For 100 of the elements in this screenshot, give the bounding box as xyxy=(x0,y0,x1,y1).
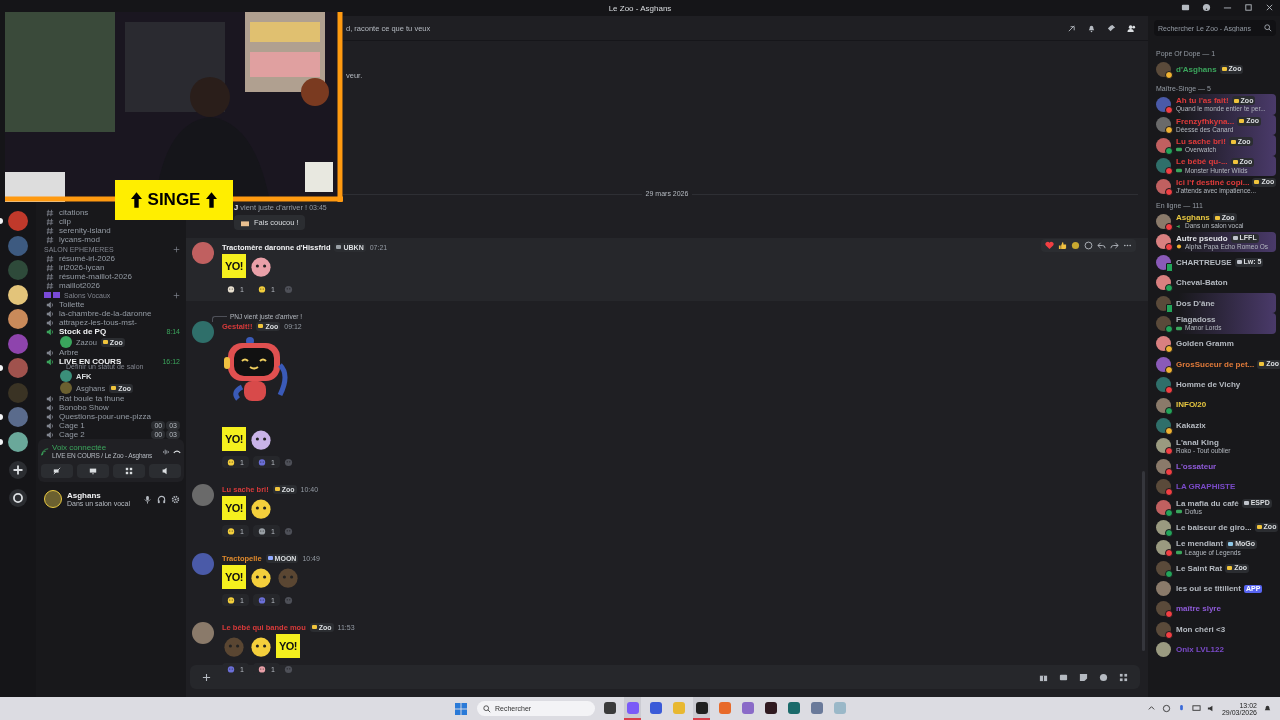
forward-icon[interactable] xyxy=(1110,241,1119,250)
member-item[interactable]: INFO/20 xyxy=(1154,394,1276,416)
screen-share-icon xyxy=(89,467,97,476)
gif-icon[interactable] xyxy=(1059,672,1068,682)
emoji-icon[interactable] xyxy=(1071,241,1080,250)
members-icon[interactable] xyxy=(1127,23,1136,33)
sticker-icon xyxy=(240,218,250,227)
maximize-button[interactable] xyxy=(1244,3,1253,12)
avatar[interactable] xyxy=(192,242,214,264)
yo-emoji: YO! xyxy=(276,634,300,658)
screen-share-button[interactable] xyxy=(77,464,109,479)
text-channel[interactable]: serenity-island xyxy=(36,226,117,235)
channel-name: Bonobo Show xyxy=(59,403,109,412)
activities-button[interactable] xyxy=(113,464,145,479)
text-channel[interactable]: irl2026-lycan xyxy=(36,263,111,272)
help-icon[interactable] xyxy=(1202,3,1211,12)
channel-name: irl2026-lycan xyxy=(59,263,105,272)
inbox-icon[interactable] xyxy=(1181,3,1190,12)
server-icon[interactable] xyxy=(8,309,28,329)
member-item[interactable]: Cheval-Baton xyxy=(1154,272,1276,293)
server-icon[interactable] xyxy=(8,431,28,452)
member-item[interactable]: Dos D'âne xyxy=(1154,292,1276,314)
server-icon[interactable] xyxy=(8,284,28,305)
network-icon[interactable] xyxy=(1191,704,1201,713)
bell-icon[interactable] xyxy=(1087,23,1096,33)
noise-icon[interactable] xyxy=(162,447,170,456)
voice-channel[interactable]: Bonobo Show xyxy=(36,403,186,412)
threads-icon[interactable] xyxy=(1067,23,1076,33)
member-name: La mafia du café xyxy=(1176,498,1239,508)
channel-name: Arbre xyxy=(59,348,79,357)
emoji-icon[interactable] xyxy=(1099,672,1108,682)
member-name: L'ossateur xyxy=(1176,461,1217,471)
discover-icon[interactable] xyxy=(9,488,27,507)
taskbar-app-icon[interactable] xyxy=(695,701,708,714)
channel-name: Cage 2 xyxy=(59,430,85,439)
channel-name: lycans-mod xyxy=(59,235,100,244)
member-name: Le mendiant xyxy=(1176,539,1224,549)
member-item[interactable]: Golden Gramm xyxy=(1154,333,1276,355)
avatar[interactable] xyxy=(192,622,214,644)
start-icon[interactable] xyxy=(455,702,467,715)
heart-icon[interactable] xyxy=(1045,241,1054,250)
soundboard-button[interactable] xyxy=(149,464,181,479)
voice-channel[interactable]: Toilette xyxy=(36,300,186,309)
user-name: Asghans xyxy=(67,491,101,501)
close-button[interactable] xyxy=(1265,3,1274,12)
avatar[interactable] xyxy=(192,484,214,506)
taskbar-app-icon[interactable] xyxy=(764,701,777,714)
voice-channel[interactable]: Questions-pour-une-pizza xyxy=(36,412,186,421)
member-name: Homme de Vichy xyxy=(1176,380,1241,390)
text-channel[interactable]: lycans-mod xyxy=(36,235,106,244)
grid-icon xyxy=(125,467,133,476)
plus-icon[interactable] xyxy=(202,672,211,682)
soundboard-icon xyxy=(161,467,169,476)
pin-icon[interactable] xyxy=(1107,23,1116,33)
user-avatar[interactable] xyxy=(44,490,62,509)
signal-icon[interactable] xyxy=(41,447,49,456)
member-item[interactable]: Kakazix xyxy=(1154,415,1276,436)
headphones-icon[interactable] xyxy=(157,494,166,504)
member-item[interactable]: Mon chéri <3 xyxy=(1154,619,1276,640)
reply-icon[interactable] xyxy=(1097,241,1106,250)
sync-icon[interactable] xyxy=(1161,704,1171,713)
text-channel[interactable]: résumé-irl-2026 xyxy=(36,254,122,263)
member-item[interactable]: maître slyre xyxy=(1154,598,1276,620)
arrow-up-icon xyxy=(130,192,142,208)
add-channel-icon[interactable] xyxy=(173,245,180,253)
voice-channel[interactable]: attrapez-les-tous-mst- xyxy=(36,318,186,327)
member-name: d'Asghans xyxy=(1176,64,1217,74)
text-channel[interactable]: citations xyxy=(36,208,95,217)
add-server-icon[interactable] xyxy=(9,461,27,479)
yo-emoji: YO! xyxy=(222,254,246,278)
connection-status: Voix connectée xyxy=(52,443,108,452)
member-name: Lu sache bri! xyxy=(1176,137,1226,147)
microphone-icon[interactable] xyxy=(143,494,152,504)
sticker-icon[interactable] xyxy=(1079,672,1088,682)
avatar[interactable] xyxy=(192,553,214,575)
voice-channel[interactable]: la-chambre-de-la-daronne xyxy=(36,309,186,318)
banner-text: SINGE xyxy=(147,190,201,210)
avatar[interactable] xyxy=(192,321,214,343)
chevron-icon[interactable] xyxy=(1146,704,1156,713)
voice-channel[interactable]: Rat boule ta thune xyxy=(36,394,186,403)
message-input[interactable] xyxy=(190,665,1140,689)
add-reaction-icon[interactable] xyxy=(1084,241,1093,250)
text-channel[interactable]: maillot2026 xyxy=(36,281,106,290)
member-item[interactable]: Homme de Vichy xyxy=(1154,374,1276,395)
notification-icon[interactable] xyxy=(1263,704,1272,713)
settings-icon[interactable] xyxy=(171,494,180,504)
search-icon xyxy=(483,705,491,713)
text-channel[interactable]: clip xyxy=(36,217,77,226)
text-channel[interactable]: résumé-maillot-2026 xyxy=(36,272,138,281)
avatar xyxy=(1156,581,1171,597)
apps-icon[interactable] xyxy=(1119,672,1128,682)
add-channel-icon[interactable] xyxy=(173,291,180,299)
member-name: Dos D'âne xyxy=(1176,298,1215,308)
voice-channel[interactable]: Arbre xyxy=(36,348,186,357)
taskbar-app-icon[interactable] xyxy=(603,701,616,714)
window-title: Le Zoo - Asghans xyxy=(608,3,672,13)
thumbs-up-icon[interactable] xyxy=(1058,241,1067,250)
camera-button[interactable] xyxy=(41,464,73,479)
channel-name: serenity-island xyxy=(59,226,111,235)
member-item[interactable]: L'ossateur xyxy=(1154,456,1276,477)
